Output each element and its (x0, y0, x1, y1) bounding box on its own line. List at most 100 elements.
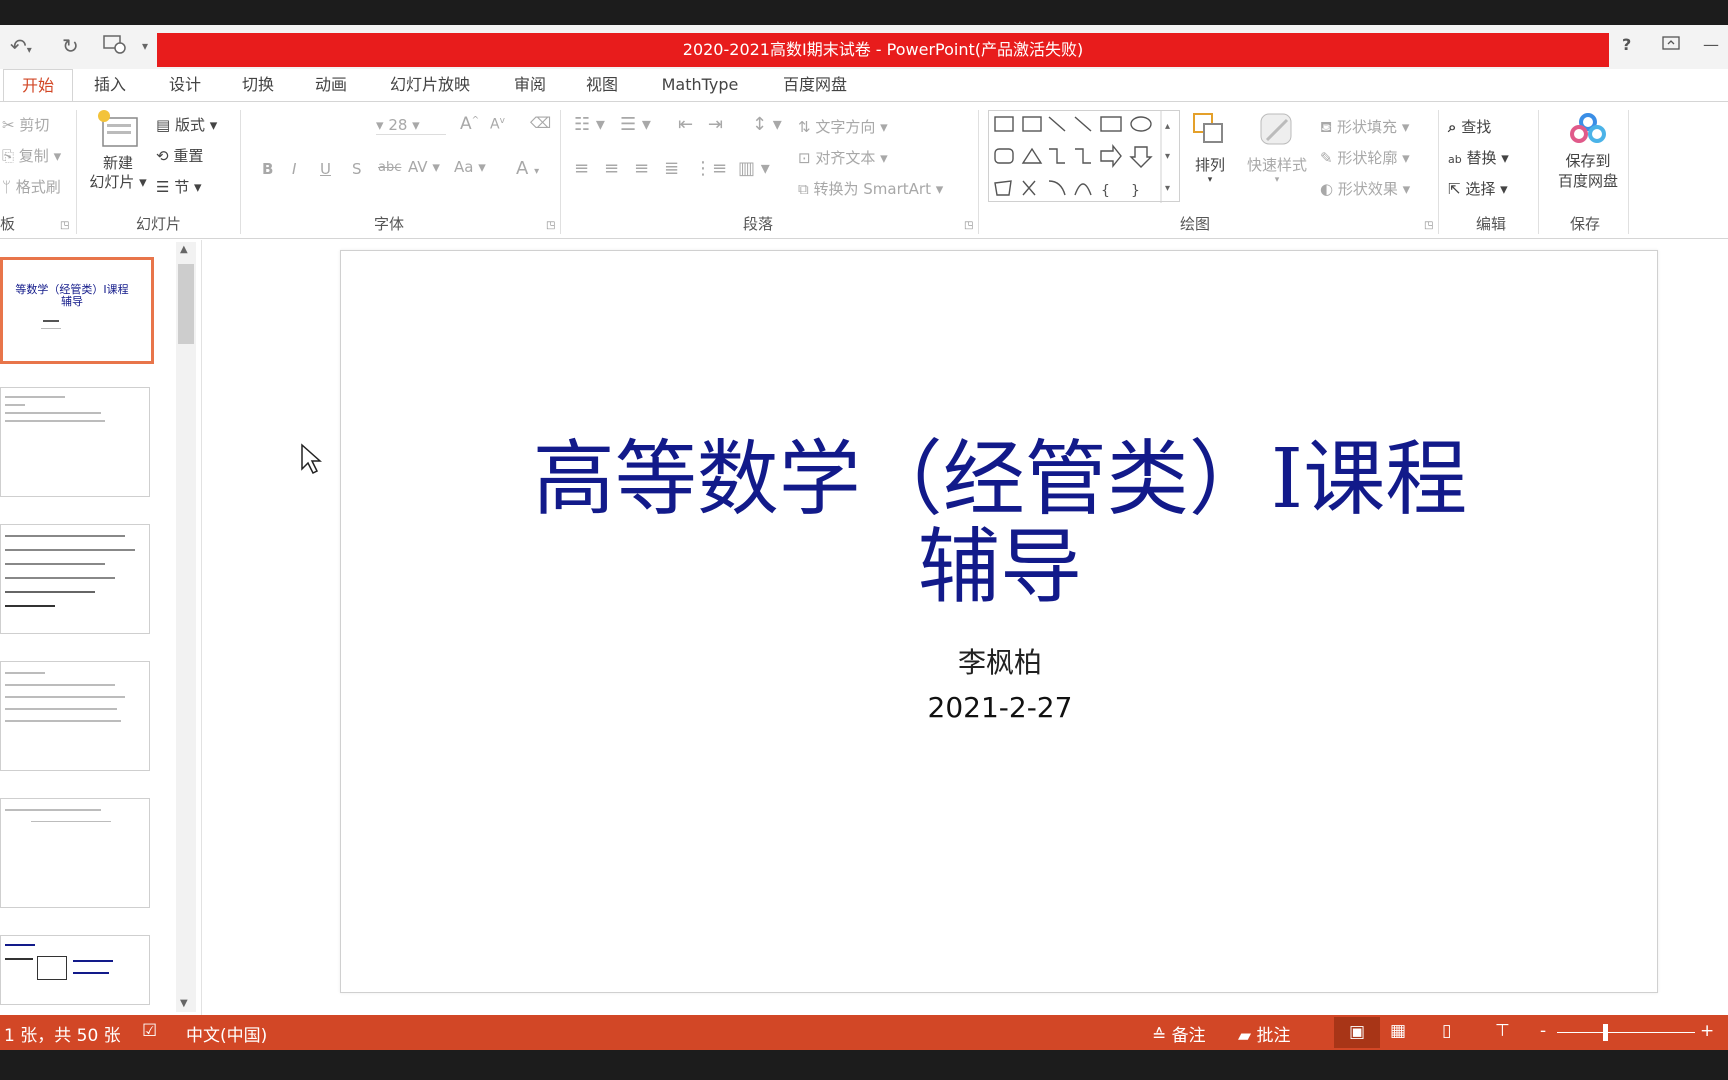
undo-icon[interactable]: ↶▾ (10, 33, 32, 59)
slide-canvas[interactable]: 高等数学（经管类）I课程 辅导 李枫柏 2021-2-27 (340, 250, 1658, 993)
find-button[interactable]: ⌕ 查找 (1448, 116, 1491, 137)
increase-indent-icon[interactable]: ⇥ (708, 114, 723, 135)
comments-button[interactable]: ▰ 批注 (1238, 1021, 1290, 1046)
smartart-button[interactable]: ⧉ 转换为 SmartArt ▾ (798, 178, 943, 199)
distributed-icon[interactable]: ⋮≡ (694, 158, 727, 179)
normal-view-icon[interactable]: ▣ (1334, 1017, 1380, 1048)
tab-baidu-netdisk[interactable]: 百度网盘 (772, 69, 858, 101)
decrease-font-icon[interactable]: Av (490, 116, 505, 133)
shadow-button[interactable]: S (352, 160, 362, 178)
cut-button[interactable]: ✂ 剪切 (2, 114, 49, 135)
quick-styles-button[interactable]: 快速样式 ▾ (1240, 110, 1314, 185)
section-icon: ☰ (156, 178, 170, 196)
clipboard-launcher-icon[interactable]: ◳ (60, 220, 69, 231)
spell-check-icon[interactable]: ☑ (142, 1021, 157, 1041)
arrange-button[interactable]: 排列 ▾ (1188, 110, 1232, 185)
align-text-icon: ⊡ (798, 149, 811, 167)
group-label-font: 字体 (374, 215, 405, 233)
justify-icon[interactable]: ≣ (664, 158, 679, 179)
layout-button[interactable]: ▤ 版式 ▾ (156, 114, 217, 135)
slide-sorter-icon[interactable]: ▦ (1390, 1021, 1406, 1041)
zoom-out-button[interactable]: - (1540, 1021, 1546, 1041)
arrange-icon (1193, 113, 1223, 143)
reset-button[interactable]: ⟲ 重置 (156, 145, 203, 166)
reading-view-icon[interactable]: ▯ (1442, 1021, 1451, 1041)
copy-button[interactable]: ⎘ 复制 ▾ (2, 145, 61, 166)
clear-formatting-icon[interactable]: ⌫ (530, 114, 551, 132)
font-color-button[interactable]: A ▾ (516, 158, 539, 179)
align-text-button[interactable]: ⊡ 对齐文本 ▾ (798, 147, 888, 168)
zoom-in-button[interactable]: + (1700, 1021, 1714, 1041)
thumbnail-slide-3[interactable] (0, 524, 150, 634)
bullets-icon[interactable]: ☷ ▾ (574, 114, 605, 135)
paragraph-launcher-icon[interactable]: ◳ (964, 220, 973, 231)
format-painter-button[interactable]: ᛘ 格式刷 (2, 176, 61, 197)
font-launcher-icon[interactable]: ◳ (546, 220, 555, 231)
new-slide-button[interactable]: 新建 幻灯片 ▾ (86, 108, 150, 192)
font-size-select[interactable]: ▾ 28 ▾ (376, 116, 446, 135)
tab-design[interactable]: 设计 (155, 69, 215, 101)
italic-button[interactable]: I (292, 160, 296, 178)
thumbnail-slide-1[interactable]: 等数学（经管类）I课程 辅导 (0, 257, 154, 364)
shapes-gallery[interactable]: {} ▴ ▾ ▾ (988, 110, 1180, 203)
slideshow-view-icon[interactable]: ⊤ (1495, 1021, 1510, 1041)
thumbnail-line (5, 577, 115, 579)
tab-home[interactable]: 开始 (3, 69, 73, 101)
decrease-indent-icon[interactable]: ⇤ (678, 114, 693, 135)
thumbnail-slide-5[interactable] (0, 798, 150, 908)
zoom-slider-thumb[interactable] (1603, 1024, 1608, 1041)
align-right-icon[interactable]: ≡ (634, 158, 649, 179)
columns-icon[interactable]: ▥ ▾ (738, 158, 770, 179)
language-indicator[interactable]: 中文(中国) (186, 1021, 267, 1046)
thumbnail-line (43, 320, 59, 322)
slide-subtitle-date[interactable]: 2021-2-27 (341, 691, 1659, 724)
bold-button[interactable]: B (262, 160, 273, 178)
strikethrough-button[interactable]: abc (378, 160, 401, 175)
line-spacing-icon[interactable]: ↕ ▾ (752, 114, 782, 135)
shape-effects-button[interactable]: ◐ 形状效果 ▾ (1320, 178, 1410, 199)
change-case-button[interactable]: Aa ▾ (454, 158, 486, 176)
underline-button[interactable]: U (320, 160, 331, 178)
align-center-icon[interactable]: ≡ (604, 158, 619, 179)
thumbnail-box (37, 956, 67, 980)
redo-icon[interactable]: ↻ (62, 33, 79, 59)
text-direction-button[interactable]: ⇅ 文字方向 ▾ (798, 116, 888, 137)
char-spacing-button[interactable]: AV ▾ (408, 158, 440, 176)
ribbon-display-options-icon[interactable] (1662, 35, 1680, 55)
thumbnail-slide-4[interactable] (0, 661, 150, 771)
tab-animations[interactable]: 动画 (301, 69, 361, 101)
customize-qat-icon[interactable]: ▾ (142, 33, 148, 59)
scrollbar-thumb[interactable] (178, 264, 194, 344)
slide-title[interactable]: 高等数学（经管类）I课程 辅导 (441, 436, 1559, 612)
slide-subtitle-author[interactable]: 李枫柏 (341, 641, 1659, 681)
thumbnail-slide-6[interactable] (0, 935, 150, 1005)
replace-button[interactable]: ab 替换 ▾ (1448, 147, 1509, 168)
thumbnail-scrollbar[interactable]: ▲ ▼ (176, 242, 196, 1012)
numbering-icon[interactable]: ☰ ▾ (620, 114, 651, 135)
smartart-icon: ⧉ (798, 180, 809, 198)
copy-icon: ⎘ (2, 147, 15, 165)
tab-review[interactable]: 审阅 (500, 69, 560, 101)
increase-font-icon[interactable]: A^ (460, 114, 479, 134)
section-button[interactable]: ☰ 节 ▾ (156, 176, 202, 197)
minimize-icon[interactable]: — (1703, 35, 1719, 54)
tab-insert[interactable]: 插入 (80, 69, 140, 101)
zoom-slider[interactable] (1557, 1032, 1695, 1033)
shape-fill-button[interactable]: ⛾ 形状填充 ▾ (1320, 116, 1409, 138)
tab-mathtype[interactable]: MathType (650, 69, 750, 101)
scroll-down-icon[interactable]: ▼ (180, 998, 188, 1009)
select-button[interactable]: ⇱ 选择 ▾ (1448, 178, 1508, 199)
tab-view[interactable]: 视图 (572, 69, 632, 101)
new-slide-icon (98, 110, 138, 147)
drawing-launcher-icon[interactable]: ◳ (1424, 220, 1433, 231)
save-to-baidu-button[interactable]: 保存到 百度网盘 (1548, 112, 1628, 191)
scroll-up-icon[interactable]: ▲ (180, 244, 188, 255)
help-icon[interactable]: ? (1622, 35, 1631, 54)
tab-transitions[interactable]: 切换 (228, 69, 288, 101)
start-from-beginning-icon[interactable] (102, 33, 128, 59)
align-left-icon[interactable]: ≡ (574, 158, 589, 179)
thumbnail-slide-2[interactable] (0, 387, 150, 497)
shape-outline-button[interactable]: ✎ 形状轮廓 ▾ (1320, 147, 1410, 168)
notes-button[interactable]: ≙ 备注 (1152, 1021, 1206, 1046)
tab-slideshow[interactable]: 幻灯片放映 (380, 69, 480, 101)
